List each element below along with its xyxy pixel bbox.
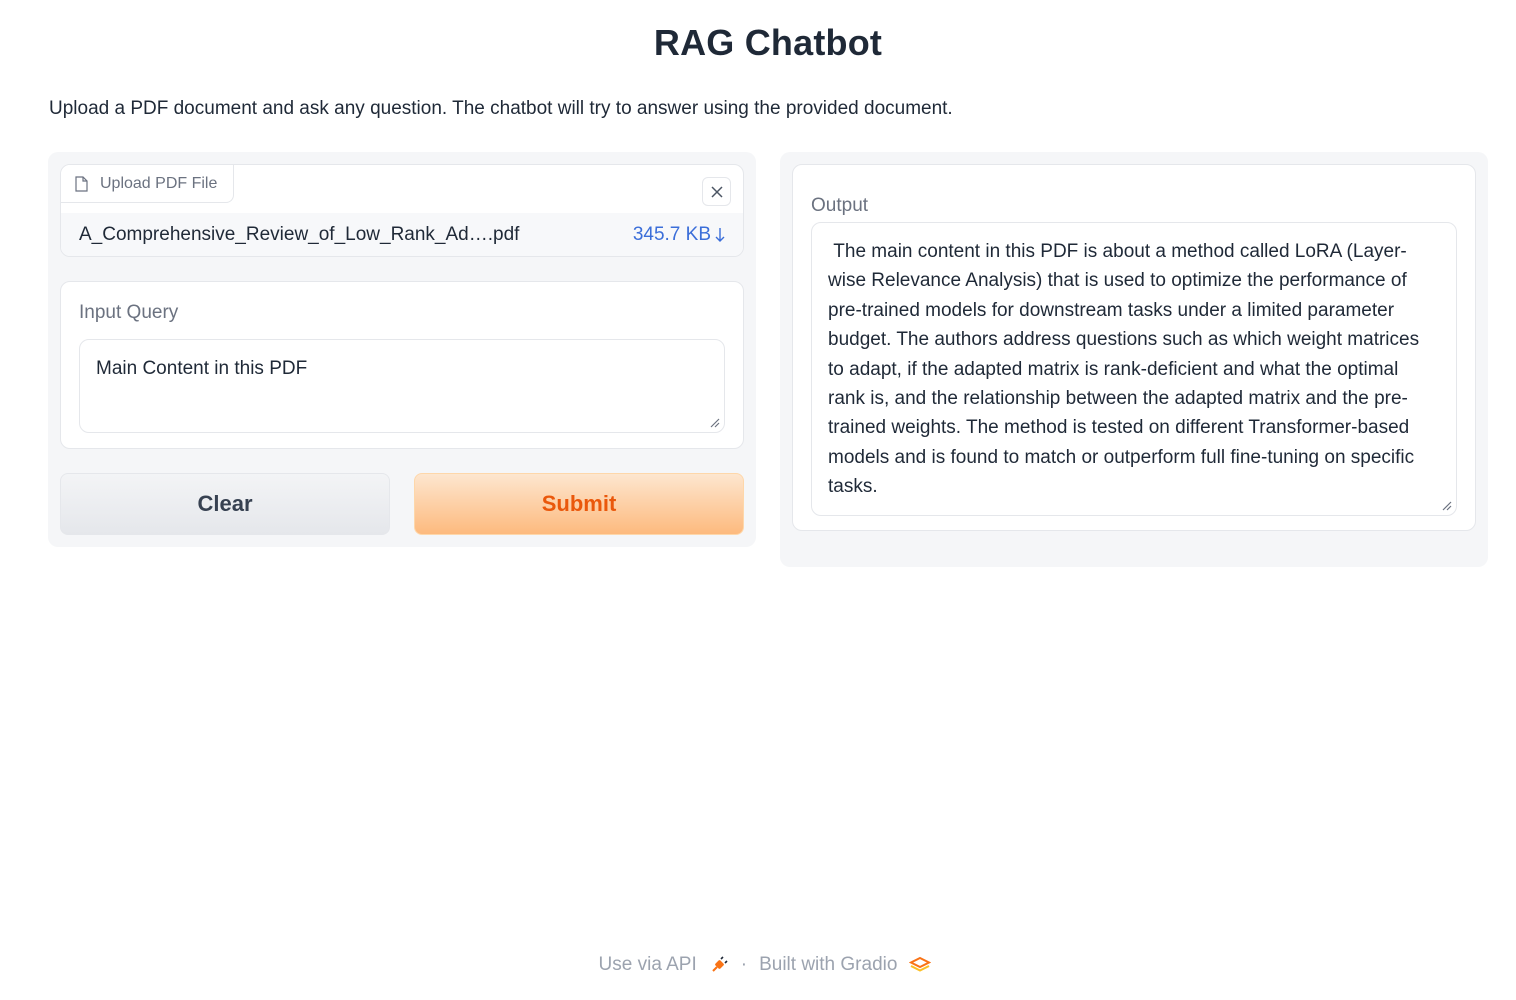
- use-via-api-label: Use via API: [598, 954, 697, 975]
- upload-label: Upload PDF File: [100, 174, 218, 192]
- input-query-card: Input Query Main Content in this PDF: [60, 281, 744, 449]
- uploaded-file-row: A_Comprehensive_Review_of_Low_Rank_Ad….p…: [61, 213, 743, 256]
- resize-handle-icon[interactable]: [1440, 499, 1452, 511]
- close-icon: [710, 185, 723, 198]
- page-title: RAG Chatbot: [653, 22, 883, 63]
- footer-separator: ·: [740, 954, 748, 975]
- app-page: RAG Chatbot Upload a PDF document and as…: [0, 0, 1516, 1000]
- upload-label-tab: Upload PDF File: [61, 165, 234, 203]
- built-with-gradio-label: Built with Gradio: [759, 954, 898, 975]
- input-column: Upload PDF File A_Comprehensive_Review_o…: [48, 152, 756, 547]
- built-with-gradio-link[interactable]: Built with Gradio: [759, 954, 932, 976]
- resize-handle-icon[interactable]: [708, 416, 720, 428]
- output-column: Output The main content in this PDF is a…: [780, 152, 1488, 567]
- footer: Use via API · Built with Gradio: [0, 954, 1516, 976]
- file-size: 345.7 KB: [632, 224, 711, 245]
- output-card: Output The main content in this PDF is a…: [792, 164, 1476, 531]
- file-upload-card[interactable]: Upload PDF File A_Comprehensive_Review_o…: [60, 164, 744, 257]
- use-via-api-link[interactable]: Use via API: [599, 954, 729, 976]
- output-value: The main content in this PDF is about a …: [828, 241, 1425, 498]
- gradio-logo-icon: [909, 956, 932, 972]
- input-query-field[interactable]: Main Content in this PDF: [79, 339, 725, 433]
- input-query-value: Main Content in this PDF: [96, 358, 308, 379]
- submit-button[interactable]: Submit: [414, 473, 744, 535]
- remove-file-button[interactable]: [702, 177, 731, 206]
- page-description: Upload a PDF document and ask any questi…: [49, 98, 953, 119]
- file-name: A_Comprehensive_Review_of_Low_Rank_Ad….p…: [79, 224, 520, 245]
- clear-button[interactable]: Clear: [60, 473, 390, 535]
- output-label: Output: [811, 195, 869, 216]
- file-icon: [75, 175, 88, 192]
- api-plug-icon: [712, 956, 728, 972]
- download-icon: [715, 228, 725, 242]
- input-query-label: Input Query: [79, 302, 179, 323]
- output-field[interactable]: The main content in this PDF is about a …: [811, 222, 1457, 516]
- file-download-link[interactable]: 345.7 KB: [633, 224, 725, 246]
